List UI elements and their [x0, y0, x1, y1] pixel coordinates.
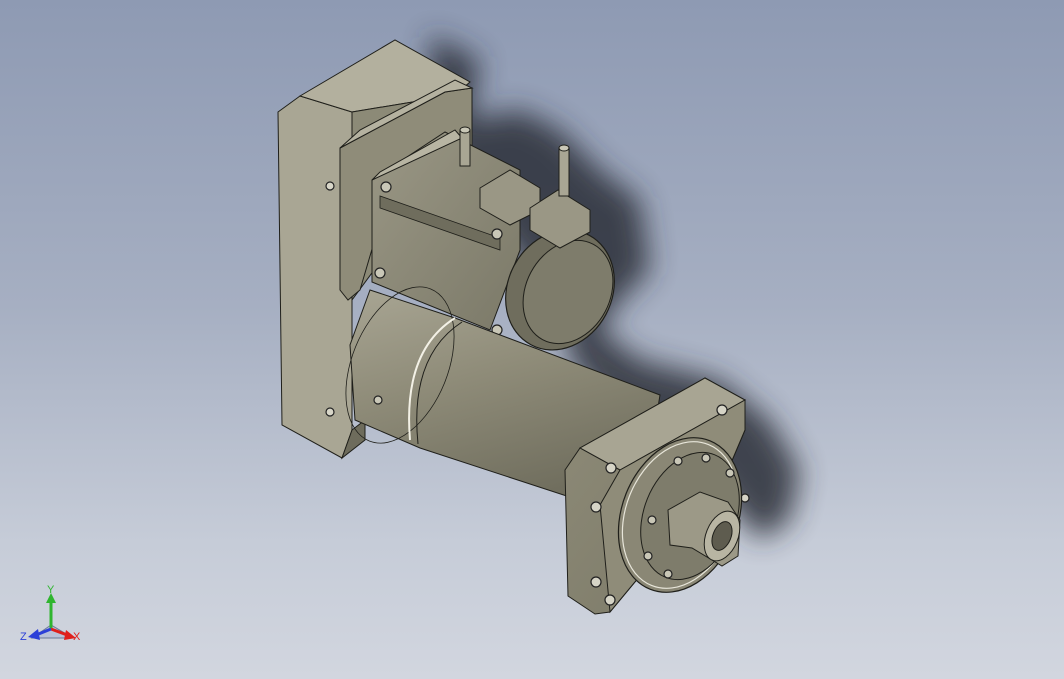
y-axis-label: Y	[47, 585, 55, 596]
flange-bolt-5	[590, 576, 602, 588]
cable-stub-1	[459, 129, 471, 167]
cap-bolt-3	[725, 468, 735, 478]
z-axis-label: Z	[20, 631, 27, 643]
actuator-model[interactable]	[0, 0, 1064, 679]
cap-bolt-2	[701, 453, 711, 463]
motor-bolt-3	[491, 228, 503, 240]
motor-bolt-1	[380, 181, 392, 193]
cylinder-port	[373, 395, 383, 405]
flange-bolt-6	[604, 594, 616, 606]
cap-bolt-5	[643, 551, 653, 561]
z-axis-arrow	[28, 629, 40, 640]
x-axis-label: X	[73, 631, 81, 643]
flange-bolt-3	[590, 501, 602, 513]
flange-bolt-2	[605, 462, 617, 474]
cap-bolt-6	[663, 569, 673, 579]
cap-bolt-4	[647, 515, 657, 525]
cable-stub-2	[558, 147, 570, 197]
axis-triad[interactable]: Y X Z	[18, 585, 88, 655]
cap-bolt-1	[673, 456, 683, 466]
plate-bolt-top	[325, 181, 335, 191]
flange-bolt-1	[716, 404, 728, 416]
motor-bolt-2	[374, 267, 386, 279]
3d-viewport[interactable]: Y X Z	[0, 0, 1064, 679]
plate-bolt-bottom	[325, 407, 335, 417]
